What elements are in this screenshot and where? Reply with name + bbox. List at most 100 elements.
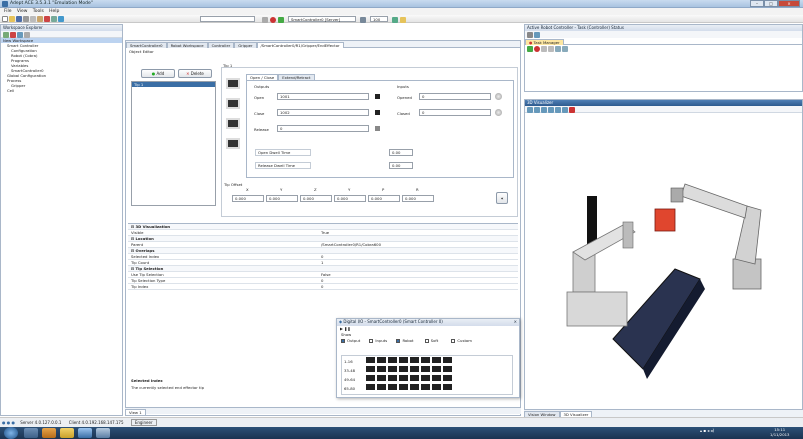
pick-offset-button[interactable]: ✶ bbox=[496, 192, 508, 204]
offset-z-field[interactable]: 0.000 bbox=[300, 195, 332, 202]
properties-icon[interactable] bbox=[51, 16, 57, 22]
filter-robot[interactable]: Robot bbox=[396, 338, 413, 343]
controller-select[interactable]: SmartController0 [Server] bbox=[288, 16, 356, 22]
copy-icon[interactable] bbox=[30, 16, 36, 22]
paste-icon[interactable] bbox=[37, 16, 43, 22]
gripper-open-icon[interactable] bbox=[226, 78, 240, 89]
offset-x-field[interactable]: 0.000 bbox=[232, 195, 264, 202]
io-row-label: 33-48 bbox=[344, 368, 356, 373]
folder-icon[interactable] bbox=[400, 17, 406, 23]
new-icon[interactable] bbox=[2, 16, 8, 22]
closed-input-field[interactable]: 0 bbox=[419, 109, 491, 116]
close-dwell-field[interactable]: 0.00 bbox=[389, 162, 413, 169]
minimize-button[interactable]: – bbox=[750, 0, 764, 7]
fit-icon[interactable] bbox=[562, 107, 568, 113]
filter-custom[interactable]: Custom bbox=[451, 338, 472, 343]
view-icon[interactable] bbox=[527, 107, 533, 113]
io-row: 65-80 bbox=[342, 383, 512, 392]
robot-checkbox[interactable] bbox=[396, 339, 401, 343]
tab-controller[interactable]: Controller bbox=[207, 42, 235, 48]
release-output-field[interactable]: 0 bbox=[277, 125, 369, 132]
taskbar-media-icon[interactable] bbox=[42, 428, 56, 438]
custom-checkbox[interactable] bbox=[451, 339, 456, 343]
help-icon[interactable] bbox=[58, 16, 64, 22]
tab-view-1[interactable]: View 1 bbox=[125, 409, 146, 415]
tree-item[interactable]: Cell bbox=[1, 88, 122, 93]
taskbar-app-icon[interactable] bbox=[96, 428, 110, 438]
tip-list-item[interactable]: Tip 1 bbox=[132, 82, 215, 87]
clock[interactable]: 15:11 1/11/2013 bbox=[770, 427, 789, 437]
workspace-explorer: Workspace Explorer New Workspace Smart C… bbox=[0, 24, 123, 416]
step-icon[interactable] bbox=[541, 46, 547, 52]
taskbar-explorer-icon[interactable] bbox=[24, 428, 38, 438]
filter-output[interactable]: Output bbox=[341, 338, 360, 343]
delete-icon[interactable] bbox=[44, 16, 50, 22]
list-icon[interactable] bbox=[562, 46, 568, 52]
power-icon[interactable] bbox=[270, 17, 276, 23]
offset-yaw-field[interactable]: 0.000 bbox=[334, 195, 366, 202]
gripper-close-icon[interactable] bbox=[226, 98, 240, 109]
zoom-out-icon[interactable] bbox=[541, 107, 547, 113]
filter-soft[interactable]: Soft bbox=[424, 338, 438, 343]
property-name: Parent bbox=[131, 242, 144, 247]
inputs-checkbox[interactable] bbox=[369, 339, 374, 343]
menu-tools[interactable]: Tools bbox=[33, 8, 44, 15]
open-output-indicator bbox=[375, 94, 380, 99]
menu-view[interactable]: View bbox=[17, 8, 28, 15]
rotate-icon[interactable] bbox=[548, 107, 554, 113]
pan-icon[interactable] bbox=[555, 107, 561, 113]
tip-offset-area: X Y Z Y P R 0.000 0.000 0.000 0.000 0.00… bbox=[224, 187, 510, 211]
menu-help[interactable]: Help bbox=[49, 8, 59, 15]
inner-tabs: Open / Close Extend/Retract bbox=[246, 73, 315, 80]
camera-icon[interactable] bbox=[569, 107, 575, 113]
zoom-in-icon[interactable] bbox=[534, 107, 540, 113]
offset-roll-field[interactable]: 0.000 bbox=[402, 195, 434, 202]
play-icon[interactable] bbox=[278, 17, 284, 23]
dialog-close-icon[interactable]: × bbox=[514, 319, 517, 325]
maximize-button[interactable]: □ bbox=[764, 0, 778, 7]
robot-scene[interactable] bbox=[525, 114, 802, 409]
property-value: /SmartController0/R1/Cobra600 bbox=[321, 242, 381, 247]
close-output-field[interactable]: 1002 bbox=[277, 109, 369, 116]
stop-task-icon[interactable] bbox=[534, 46, 540, 52]
digital-io-title: Digital I/O - SmartController0 (Smart Co… bbox=[343, 319, 443, 324]
tip-list[interactable]: Tip 1 bbox=[131, 81, 216, 206]
soft-checkbox[interactable] bbox=[424, 339, 429, 343]
run-icon[interactable] bbox=[527, 46, 533, 52]
tab-smartcontroller[interactable]: SmartController0 bbox=[126, 42, 167, 48]
io-pause-icon[interactable]: ❚❚ bbox=[344, 326, 350, 331]
table-row[interactable]: Tip Index 0 bbox=[128, 284, 518, 290]
close-button[interactable]: × bbox=[778, 0, 800, 7]
cut-icon[interactable] bbox=[23, 16, 29, 22]
tab-gripper[interactable]: Gripper bbox=[234, 42, 257, 48]
open-icon[interactable] bbox=[9, 16, 15, 22]
gripper-retract-icon[interactable] bbox=[226, 138, 240, 149]
offset-y-field[interactable]: 0.000 bbox=[266, 195, 298, 202]
output-checkbox[interactable] bbox=[341, 339, 345, 343]
tray-icons[interactable]: ▴ ▪ ◂ ◂) bbox=[700, 428, 714, 433]
settings-icon[interactable] bbox=[360, 17, 366, 23]
toolbar-combo-left[interactable] bbox=[200, 16, 255, 22]
delete-button[interactable]: ✕ Delete bbox=[178, 69, 212, 78]
tab-robot-workspace[interactable]: Robot Workspace bbox=[166, 42, 208, 48]
taskbar-folder-icon[interactable] bbox=[60, 428, 74, 438]
io-play-icon[interactable]: ▶ bbox=[340, 326, 343, 331]
zoom-field[interactable]: 100 bbox=[370, 16, 388, 22]
add-button[interactable]: ● Add bbox=[141, 69, 175, 78]
filter-inputs[interactable]: Inputs bbox=[369, 338, 387, 343]
taskbar-ace-icon[interactable] bbox=[78, 428, 92, 438]
save-icon[interactable] bbox=[16, 16, 22, 22]
gripper-extend-icon[interactable] bbox=[226, 118, 240, 129]
open-dwell-field[interactable]: 0.00 bbox=[389, 149, 413, 156]
tab-endeffector[interactable]: /SmartController0/R1/Gripper/EndEffector bbox=[256, 42, 344, 48]
open-output-field[interactable]: 1001 bbox=[277, 93, 369, 100]
start-button[interactable] bbox=[4, 427, 18, 439]
task-manager-toolbar bbox=[525, 31, 802, 38]
opened-input-field[interactable]: 0 bbox=[419, 93, 491, 100]
menu-file[interactable]: File bbox=[4, 8, 12, 15]
stop-icon[interactable] bbox=[262, 17, 268, 23]
offset-pitch-field[interactable]: 0.000 bbox=[368, 195, 400, 202]
chart-icon[interactable] bbox=[392, 17, 398, 23]
kill-icon[interactable] bbox=[548, 46, 554, 52]
debug-icon[interactable] bbox=[555, 46, 561, 52]
